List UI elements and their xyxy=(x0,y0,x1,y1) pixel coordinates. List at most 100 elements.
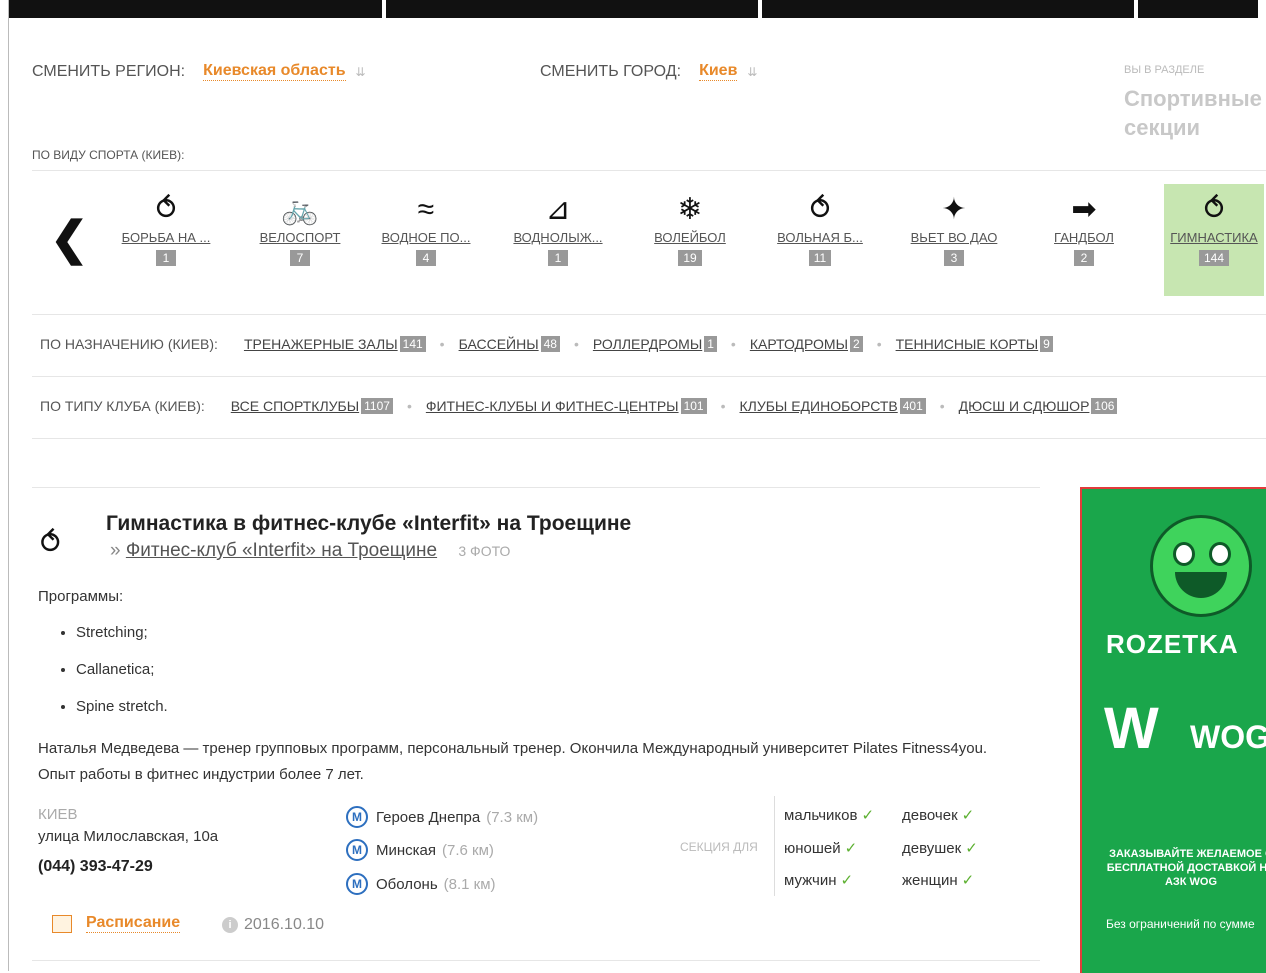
metro-station: М Оболонь (8.1 км) xyxy=(346,873,496,895)
sport-count: 11 xyxy=(808,250,832,266)
ad-slogan: ЗАКАЗЫВАЙТЕ ЖЕЛАЕМОЕ С БЕСПЛАТНОЙ ДОСТАВ… xyxy=(1106,848,1266,888)
swimming-icon: ≈ xyxy=(417,193,435,226)
sport-item[interactable]: 🚲 ВЕЛОСПОРТ 7 xyxy=(250,184,350,296)
sport-name[interactable]: ВЕЛОСПОРТ xyxy=(250,230,350,245)
gymnastics-icon: ⥀ xyxy=(40,527,61,560)
region-dropdown[interactable]: Киевская область xyxy=(203,62,346,81)
sport-name[interactable]: ГИМНАСТИКА xyxy=(1164,230,1264,245)
divider xyxy=(32,314,1266,315)
section-label: ВЫ В РАЗДЕЛЕ xyxy=(1124,64,1205,76)
ad-brand: ROZETKA xyxy=(1106,629,1239,659)
metro-distance: (7.3 км) xyxy=(486,808,539,826)
divider xyxy=(32,376,1266,377)
sport-name[interactable]: ВОДНОЕ ПО... xyxy=(376,230,476,245)
ad-small-text: Без ограничений по сумме xyxy=(1106,917,1255,931)
section-for-label: СЕКЦИЯ ДЛЯ xyxy=(680,840,758,854)
sport-name[interactable]: ВЬЕТ ВО ДАО xyxy=(904,230,1004,245)
filter-link[interactable]: РОЛЛЕРДРОМЫ xyxy=(593,336,702,352)
sport-count: 3 xyxy=(944,250,964,266)
filter-link[interactable]: ВСЕ СПОРТКЛУБЫ xyxy=(231,398,359,414)
city-name: КИЕВ xyxy=(38,806,78,823)
chevron-left-icon[interactable]: ❮ xyxy=(50,215,89,261)
filter-link[interactable]: КАРТОДРОМЫ xyxy=(750,336,848,352)
sport-item[interactable]: ⥀ БОРЬБА НА ... 1 xyxy=(116,184,216,296)
metro-name: Минская xyxy=(376,841,437,859)
divider xyxy=(32,960,1040,961)
top-nav-segment[interactable] xyxy=(386,0,758,18)
separator: • xyxy=(730,336,736,352)
trainer-description: Наталья Медведева — тренер групповых про… xyxy=(38,740,988,783)
check-icon: ✓ xyxy=(844,840,858,857)
filter-link[interactable]: ДЮСШ И СДЮШОР xyxy=(959,398,1090,414)
sport-count: 1 xyxy=(548,250,568,266)
gender-item: женщин ✓ xyxy=(902,871,974,889)
card-subtitle: » Фитнес-клуб «Interfit» на Троещине 3 Ф… xyxy=(110,540,510,562)
club-link[interactable]: Фитнес-клуб «Interfit» на Троещине xyxy=(126,540,437,561)
city-dropdown[interactable]: Киев xyxy=(699,62,738,81)
address: улица Милославская, 10а xyxy=(38,828,219,845)
schedule-label[interactable]: Расписание xyxy=(86,914,181,933)
calendar-icon xyxy=(52,914,72,933)
smiley-logo-icon xyxy=(1150,515,1252,617)
filter-count: 9 xyxy=(1040,336,1053,352)
sport-item[interactable]: ✦ ВЬЕТ ВО ДАО 3 xyxy=(904,184,1004,296)
separator: • xyxy=(573,336,579,352)
sport-item[interactable]: ❄ ВОЛЕЙБОЛ 19 xyxy=(640,184,740,296)
top-nav-segment[interactable] xyxy=(8,0,382,18)
sport-name[interactable]: БОРЬБА НА ... xyxy=(116,230,216,245)
check-icon: ✓ xyxy=(961,872,975,889)
sport-item[interactable]: ⥀ ГИМНАСТИКА 144 xyxy=(1164,184,1264,296)
sport-count: 4 xyxy=(416,250,436,266)
sport-name[interactable]: ВОЛЕЙБОЛ xyxy=(640,230,740,245)
divider xyxy=(32,170,1266,171)
gymnastics-icon: ⥀ xyxy=(1203,193,1225,226)
separator: • xyxy=(720,398,726,414)
city-selector: СМЕНИТЬ ГОРОД: Киев ⇊ xyxy=(540,62,757,81)
divider xyxy=(774,796,775,896)
schedule-link[interactable]: Расписание xyxy=(52,914,181,933)
filter-label: ПО ТИПУ КЛУБА (КИЕВ): xyxy=(40,398,205,414)
top-nav-segment[interactable] xyxy=(1138,0,1258,18)
list-item: Callanetica; xyxy=(76,651,168,688)
filter-label: ПО НАЗНАЧЕНИЮ (КИЕВ): xyxy=(40,336,218,352)
waterski-icon: ⊿ xyxy=(545,193,571,226)
sport-name[interactable]: ВОЛЬНАЯ Б... xyxy=(770,230,870,245)
handball-icon: ➡ xyxy=(1071,193,1097,226)
region-selector: СМЕНИТЬ РЕГИОН: Киевская область ⇊ xyxy=(32,62,366,81)
sport-count: 1 xyxy=(156,250,176,266)
sport-item[interactable]: ≈ ВОДНОЕ ПО... 4 xyxy=(376,184,476,296)
advertisement-banner[interactable]: ROZETKA W WOG ЗАКАЗЫВАЙТЕ ЖЕЛАЕМОЕ С БЕС… xyxy=(1080,487,1266,973)
filter-link[interactable]: ТЕННИСНЫЕ КОРТЫ xyxy=(896,336,1039,352)
gender-label: девушек xyxy=(902,840,962,857)
filter-count: 48 xyxy=(540,336,560,352)
sport-name[interactable]: ГАНДБОЛ xyxy=(1034,230,1134,245)
gender-item: мальчиков ✓ xyxy=(784,806,874,824)
sport-name[interactable]: ВОДНОЛЫЖ... xyxy=(508,230,608,245)
breadcrumb-arrow: » xyxy=(110,540,121,561)
chevron-down-icon[interactable]: ⇊ xyxy=(747,65,757,79)
filter-count: 1107 xyxy=(361,398,393,414)
photos-count[interactable]: 3 ФОТО xyxy=(458,543,510,559)
programs-label: Программы: xyxy=(38,588,124,605)
metro-station: М Минская (7.6 км) xyxy=(346,839,494,861)
gender-item: юношей ✓ xyxy=(784,839,857,857)
sport-item[interactable]: ⊿ ВОДНОЛЫЖ... 1 xyxy=(508,184,608,296)
sport-count: 144 xyxy=(1198,250,1230,266)
filter-count: 401 xyxy=(899,398,926,414)
metro-station: М Героев Днепра (7.3 км) xyxy=(346,806,538,828)
filter-link[interactable]: БАССЕЙНЫ xyxy=(459,336,539,352)
sport-item[interactable]: ➡ ГАНДБОЛ 2 xyxy=(1034,184,1134,296)
phone-number[interactable]: (044) 393-47-29 xyxy=(38,858,153,876)
card-title: Гимнастика в фитнес-клубе «Interfit» на … xyxy=(106,512,632,535)
update-date: i 2016.10.10 xyxy=(222,916,324,934)
chevron-down-icon[interactable]: ⇊ xyxy=(356,65,366,79)
check-icon: ✓ xyxy=(965,840,978,857)
martial-arts-icon: ✦ xyxy=(941,193,967,226)
top-nav-segment[interactable] xyxy=(762,0,1134,18)
filter-link[interactable]: КЛУБЫ ЕДИНОБОРСТВ xyxy=(740,398,898,414)
filter-link[interactable]: ТРЕНАЖЕРНЫЕ ЗАЛЫ xyxy=(244,336,398,352)
sport-count: 2 xyxy=(1074,250,1094,266)
sport-item[interactable]: ⥀ ВОЛЬНАЯ Б... 11 xyxy=(770,184,870,296)
wog-logo-icon: W xyxy=(1104,696,1159,761)
filter-link[interactable]: ФИТНЕС-КЛУБЫ И ФИТНЕС-ЦЕНТРЫ xyxy=(426,398,679,414)
